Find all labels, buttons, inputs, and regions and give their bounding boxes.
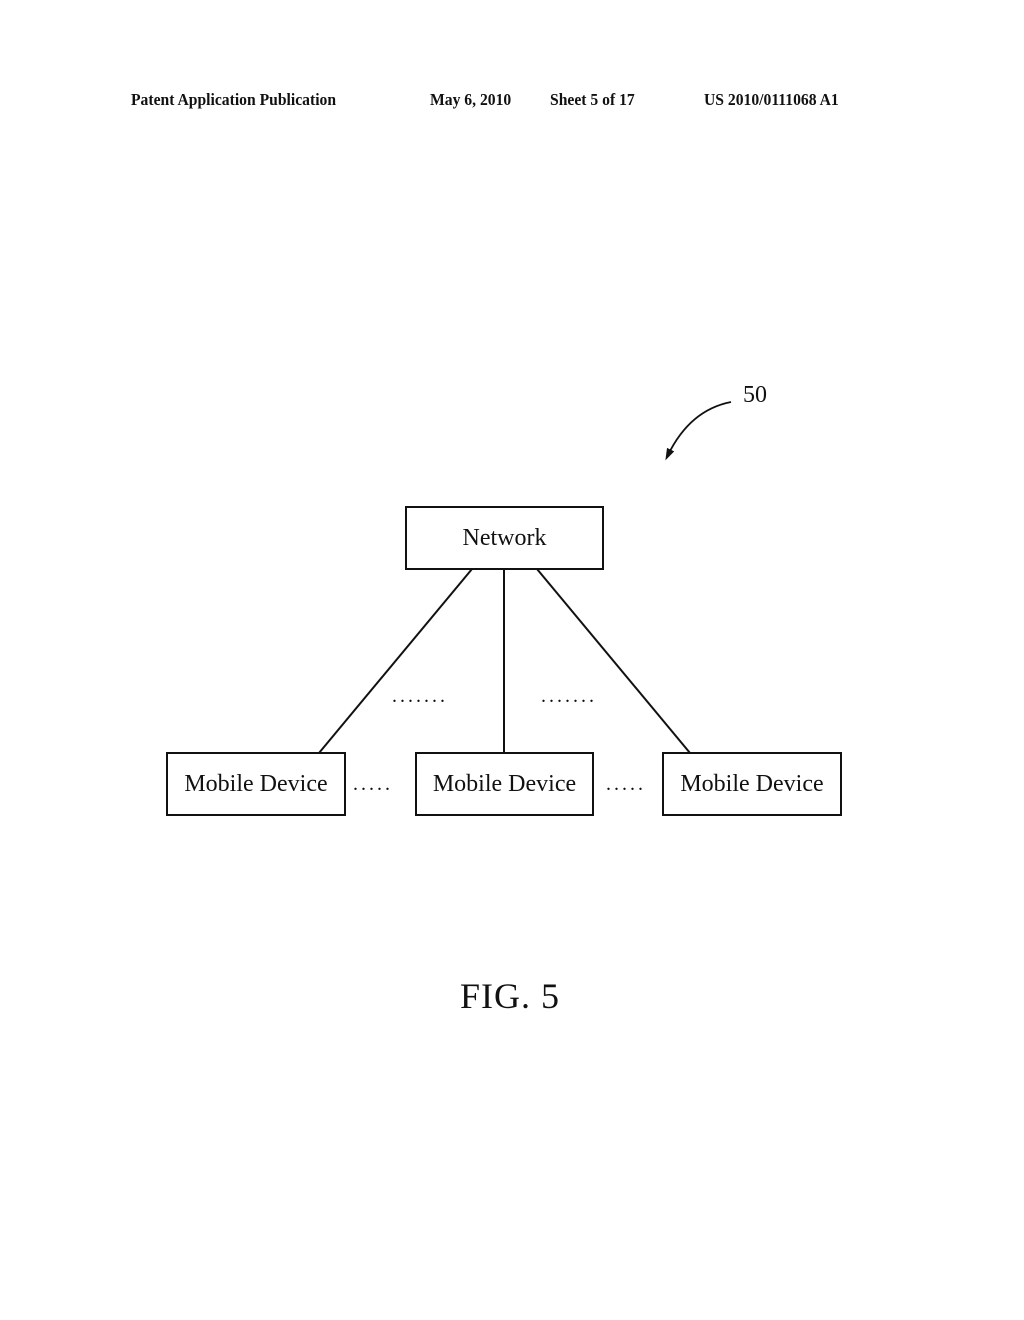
mobile-device-label: Mobile Device — [680, 770, 824, 797]
link-network-device-1 — [318, 568, 473, 754]
ellipsis-upper-left: ....... — [392, 685, 448, 707]
mobile-device-label: Mobile Device — [432, 770, 577, 797]
ellipsis-lower-left: ..... — [353, 773, 393, 795]
link-network-device-3 — [536, 568, 691, 754]
ellipsis-upper-right: ....... — [541, 685, 597, 707]
reference-numeral: 50 — [743, 382, 767, 408]
network-label: Network — [462, 524, 547, 551]
diagram-connections — [318, 401, 732, 754]
mobile-device-node-2: Mobile Device — [415, 752, 594, 816]
ellipsis-lower-right: ..... — [606, 773, 646, 795]
mobile-device-node-3: Mobile Device — [662, 752, 842, 816]
mobile-device-label: Mobile Device — [184, 770, 328, 797]
reference-arrow — [665, 401, 732, 461]
network-node: Network — [405, 506, 604, 570]
mobile-device-node-1: Mobile Device — [166, 752, 346, 816]
figure-caption: FIG. 5 — [460, 976, 561, 1016]
